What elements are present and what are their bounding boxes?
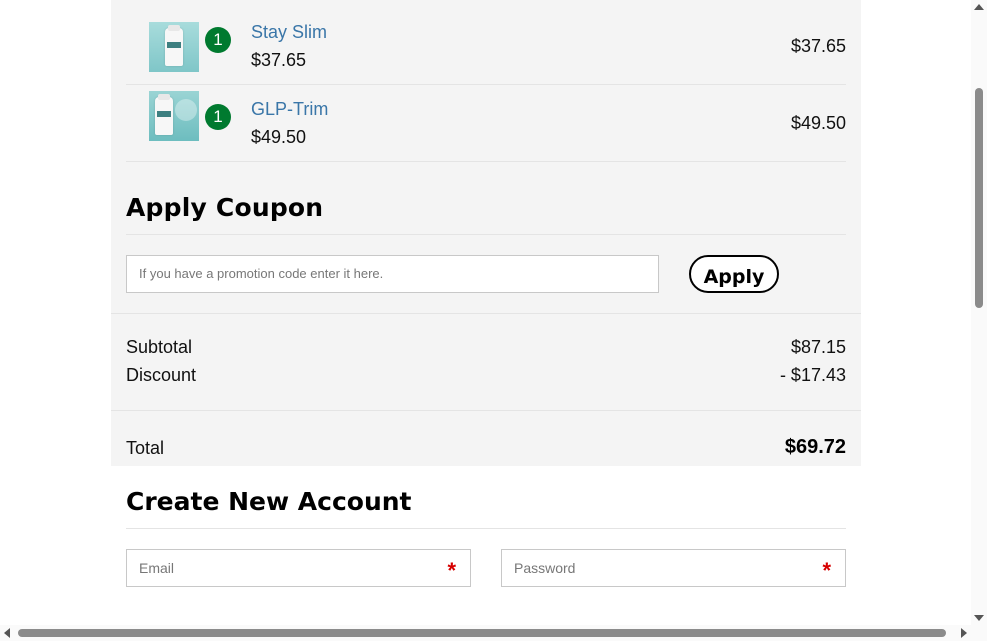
password-placeholder: Password [514,560,576,576]
scroll-left-arrow-icon[interactable] [4,628,10,638]
email-placeholder: Email [139,560,175,576]
product-name-link[interactable]: Stay Slim [251,22,327,43]
coupon-heading: Apply Coupon [126,193,324,222]
email-field[interactable]: Email * [126,549,471,587]
product-name-link[interactable]: GLP-Trim [251,99,328,120]
required-asterisk: * [447,558,456,583]
unit-price: $37.65 [251,50,307,70]
cart-item: 1 GLP-Trim $49.50 $49.50 [126,85,846,162]
line-total: $49.50 [790,113,846,133]
order-summary-panel: 1 Stay Slim $37.65 $37.65 1 GLP-Trim $49… [111,0,861,466]
subtotal-label: Subtotal [126,337,193,357]
coupon-code-input[interactable]: If you have a promotion code enter it he… [126,255,659,293]
unit-price: $49.50 [251,127,307,147]
total-value: $69.72 [784,436,846,458]
discount-label: Discount [126,365,197,385]
bottle-icon [155,94,173,135]
divider [126,528,846,529]
apply-coupon-button[interactable]: Apply [689,255,779,293]
bottle-icon [165,25,183,66]
divider [111,410,861,411]
scroll-down-arrow-icon[interactable] [974,615,984,621]
horizontal-scroll-thumb[interactable] [18,629,946,637]
vertical-scroll-thumb[interactable] [975,88,983,308]
scroll-right-arrow-icon[interactable] [961,628,967,638]
divider [111,313,861,314]
quantity-badge: 1 [205,104,231,130]
subtotal-value: $87.15 [790,337,846,357]
password-field[interactable]: Password * [501,549,846,587]
cart-item: 1 Stay Slim $37.65 $37.65 [126,8,846,85]
badge-seal-icon [175,99,197,121]
discount-value: - $17.43 [779,365,846,385]
line-total: $37.65 [790,36,846,56]
quantity-badge: 1 [205,27,231,53]
create-account-heading: Create New Account [126,487,412,516]
vertical-scrollbar[interactable] [971,0,987,625]
scrollbar-corner [971,625,987,641]
horizontal-scrollbar[interactable] [0,625,971,641]
product-thumbnail[interactable] [149,91,199,141]
scroll-up-arrow-icon[interactable] [974,4,984,10]
divider [126,234,846,235]
required-asterisk: * [822,558,831,583]
product-thumbnail[interactable] [149,22,199,72]
total-label: Total [126,438,165,458]
